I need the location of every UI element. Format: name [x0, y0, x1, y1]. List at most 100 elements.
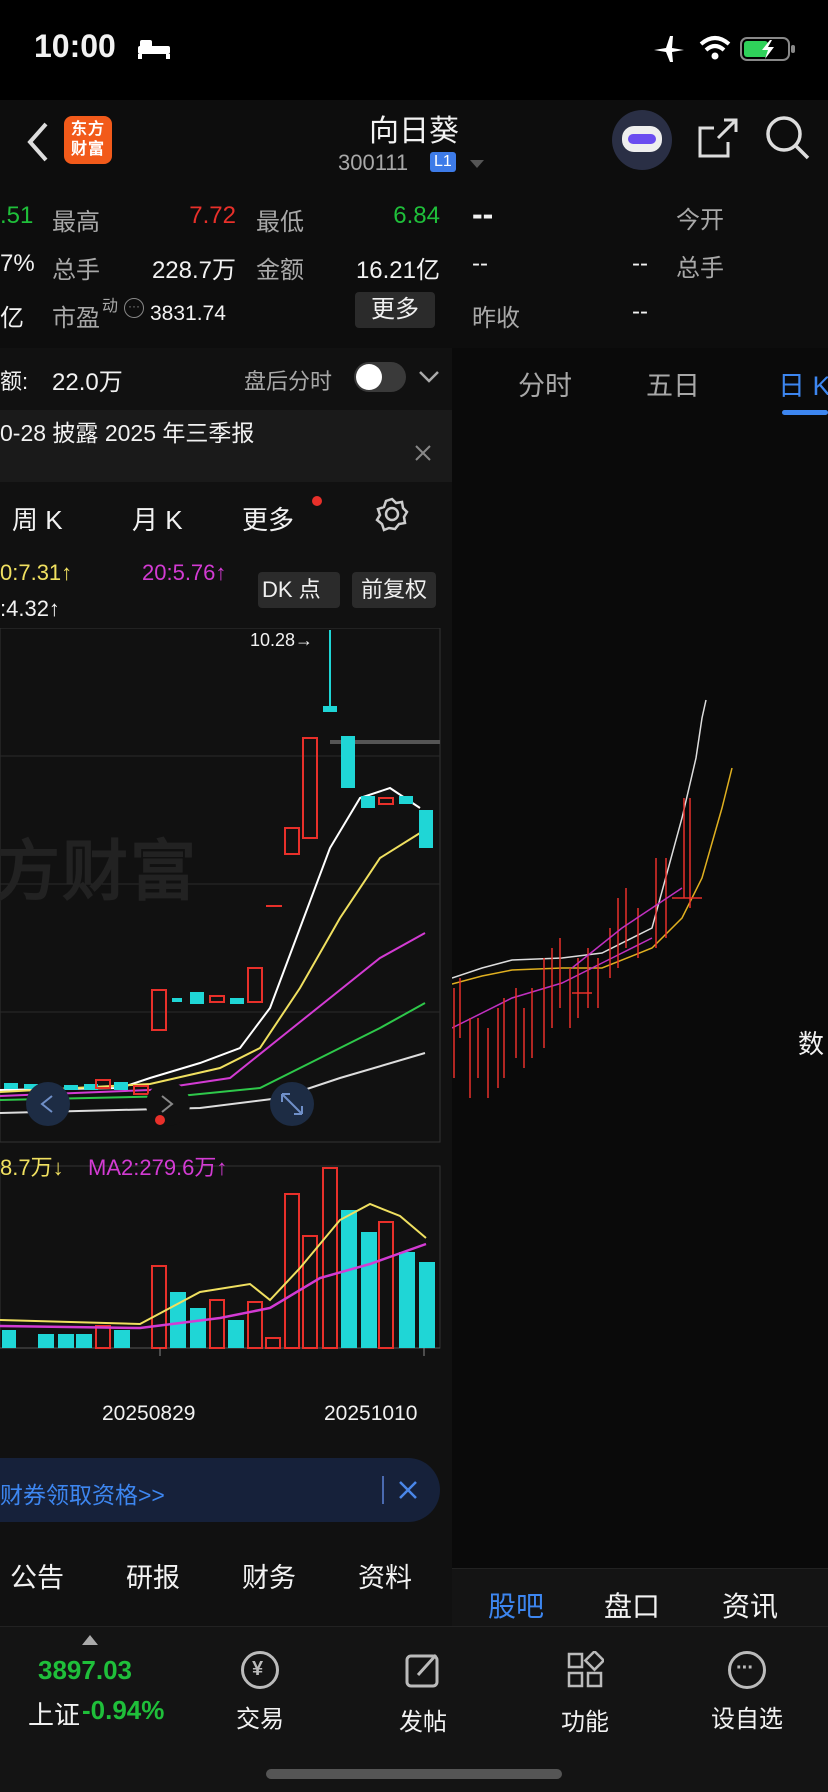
caret-up-icon[interactable]: [82, 1635, 98, 1645]
adjust-button[interactable]: 前复权: [352, 572, 436, 608]
chevron-down-icon[interactable]: [418, 370, 440, 384]
low-value: 6.84: [393, 202, 440, 229]
right-dash-3: --: [632, 298, 648, 325]
battery-icon: [740, 37, 795, 61]
tab-daily-k[interactable]: 日 K: [778, 364, 828, 403]
tab-watchlist[interactable]: ··· 设自选: [672, 1651, 822, 1734]
tab-intraday[interactable]: 分时: [518, 364, 572, 403]
notification-dot: [312, 496, 322, 506]
right-panel: 分时 五日 日 K 数 股吧 盘口 资讯: [452, 348, 828, 1626]
tab-post[interactable]: 发帖: [348, 1651, 498, 1737]
low-label: 最低: [256, 209, 304, 236]
tab-trade[interactable]: ¥ 交易: [185, 1651, 335, 1734]
status-bar: 10:00: [0, 0, 828, 100]
tab-underline: [782, 410, 828, 415]
tab-watchlist-label: 设自选: [711, 1706, 783, 1733]
after-hours-toggle-label: 盘后分时: [244, 369, 333, 394]
watermark: 方财富: [0, 834, 198, 908]
right-dash-big: --: [472, 196, 494, 232]
wifi-icon: [699, 36, 731, 60]
more-dots-icon: ···: [728, 1651, 766, 1689]
after-hours-toggle[interactable]: [354, 362, 406, 392]
volume-label: 总手: [52, 257, 100, 284]
tab-week-k[interactable]: 周 K: [12, 500, 63, 537]
notice-text: 0-28 披露 2025 年三季报: [0, 420, 255, 446]
right-bottom-tabs: 股吧 盘口 资讯: [452, 1568, 828, 1626]
index-name: 上证: [28, 1700, 81, 1730]
pe-sup: 动: [102, 298, 119, 315]
bed-icon: [138, 40, 170, 59]
tab-trade-label: 交易: [236, 1706, 284, 1733]
tab-five-day[interactable]: 五日: [646, 364, 700, 403]
airplane-icon: [654, 36, 684, 62]
after-hours-value: 22.0万: [52, 369, 123, 396]
high-label: 最高: [52, 209, 100, 236]
promo-close-icon[interactable]: [398, 1480, 418, 1500]
tab-orderbook[interactable]: 盘口: [604, 1585, 660, 1625]
right-volume-label: 总手: [676, 255, 724, 282]
volume-ma1-label: 8.7万↓: [0, 1155, 64, 1180]
high-marker: 10.28→: [250, 630, 314, 650]
index-value[interactable]: 3897.03: [38, 1655, 132, 1686]
amount-label: 金额: [256, 257, 304, 284]
right-dash-2: --: [632, 250, 648, 277]
left-partial-2: 7%: [0, 250, 35, 277]
share-icon[interactable]: [696, 116, 740, 160]
close-icon[interactable]: [414, 444, 432, 462]
tab-functions-label: 功能: [561, 1709, 609, 1736]
prev-page-icon: [26, 1082, 70, 1126]
back-icon[interactable]: [24, 120, 52, 164]
pe-label: 市盈: [52, 305, 100, 332]
left-panel: 额: 22.0万 盘后分时 0-28 披露 2025 年三季报 周 K 月 K …: [0, 348, 452, 1626]
info-icon[interactable]: ···: [124, 298, 144, 318]
trade-icon: ¥: [241, 1651, 279, 1689]
mini-kline-chart[interactable]: [452, 608, 828, 1288]
level-badge[interactable]: L1: [430, 152, 456, 172]
notice-bar[interactable]: 0-28 披露 2025 年三季报: [0, 410, 452, 482]
kline-chart[interactable]: [0, 628, 442, 1494]
nav-bar: 东方财富 向日葵 300111 L1: [0, 100, 828, 188]
right-prevclose-label: 昨收: [472, 305, 520, 332]
left-partial-1: .51: [0, 202, 34, 229]
tab-news[interactable]: 资讯: [722, 1585, 778, 1625]
tab-month-k[interactable]: 月 K: [132, 500, 183, 537]
promo-text: 财券领取资格>>: [0, 1482, 165, 1508]
after-hours-label: 额:: [0, 369, 29, 394]
tab-research[interactable]: 研报: [126, 1556, 180, 1595]
dk-button[interactable]: DK 点: [258, 572, 340, 608]
brand-logo[interactable]: 东方财富: [64, 116, 112, 164]
search-icon[interactable]: [764, 114, 810, 160]
dropdown-arrow-icon[interactable]: [470, 160, 484, 170]
right-side-partial: 数: [798, 1029, 825, 1059]
left-partial-3: 亿: [0, 305, 24, 332]
tab-functions[interactable]: 功能: [510, 1649, 660, 1737]
tab-more[interactable]: 更多: [242, 500, 294, 537]
stock-code: 300111: [338, 150, 409, 175]
ma-partial-label: :4.32↑: [0, 596, 60, 621]
right-open-label: 今开: [676, 207, 724, 234]
quote-panel: .51 最高 7.72 最低 6.84 7% 总手 228.7万 金额 16.2…: [0, 188, 828, 348]
edit-icon: [405, 1653, 439, 1688]
promo-banner[interactable]: 财券领取资格>>: [0, 1458, 440, 1522]
tab-profile[interactable]: 资料: [358, 1556, 412, 1595]
x-axis-date2: 20251010: [324, 1402, 418, 1425]
bottom-tab-bar: 3897.03 上证 -0.94% ¥ 交易 发帖 功能 ··· 设自选: [0, 1626, 828, 1792]
index-change: -0.94%: [82, 1695, 165, 1725]
status-time: 10:00: [34, 28, 116, 64]
ma20-label: 20:5.76↑: [142, 560, 227, 585]
tab-forum[interactable]: 股吧: [488, 1585, 544, 1625]
more-button[interactable]: 更多: [355, 292, 435, 328]
tab-finance[interactable]: 财务: [242, 1556, 296, 1595]
robot-avatar-icon[interactable]: [612, 110, 672, 170]
volume-value: 228.7万: [151, 257, 236, 284]
tab-post-label: 发帖: [399, 1709, 447, 1736]
right-dash-1: --: [472, 250, 488, 277]
volume-ma2-label: MA2:279.6万↑: [88, 1155, 228, 1180]
settings-gear-icon[interactable]: [374, 496, 410, 532]
tab-announcement[interactable]: 公告: [10, 1556, 64, 1595]
ma30-line: [0, 1002, 426, 1101]
grid-icon: [567, 1649, 606, 1688]
ma10-label: 0:7.31↑: [0, 560, 73, 585]
amount-value: 16.21亿: [355, 257, 440, 284]
stock-name: 向日葵: [369, 115, 459, 148]
